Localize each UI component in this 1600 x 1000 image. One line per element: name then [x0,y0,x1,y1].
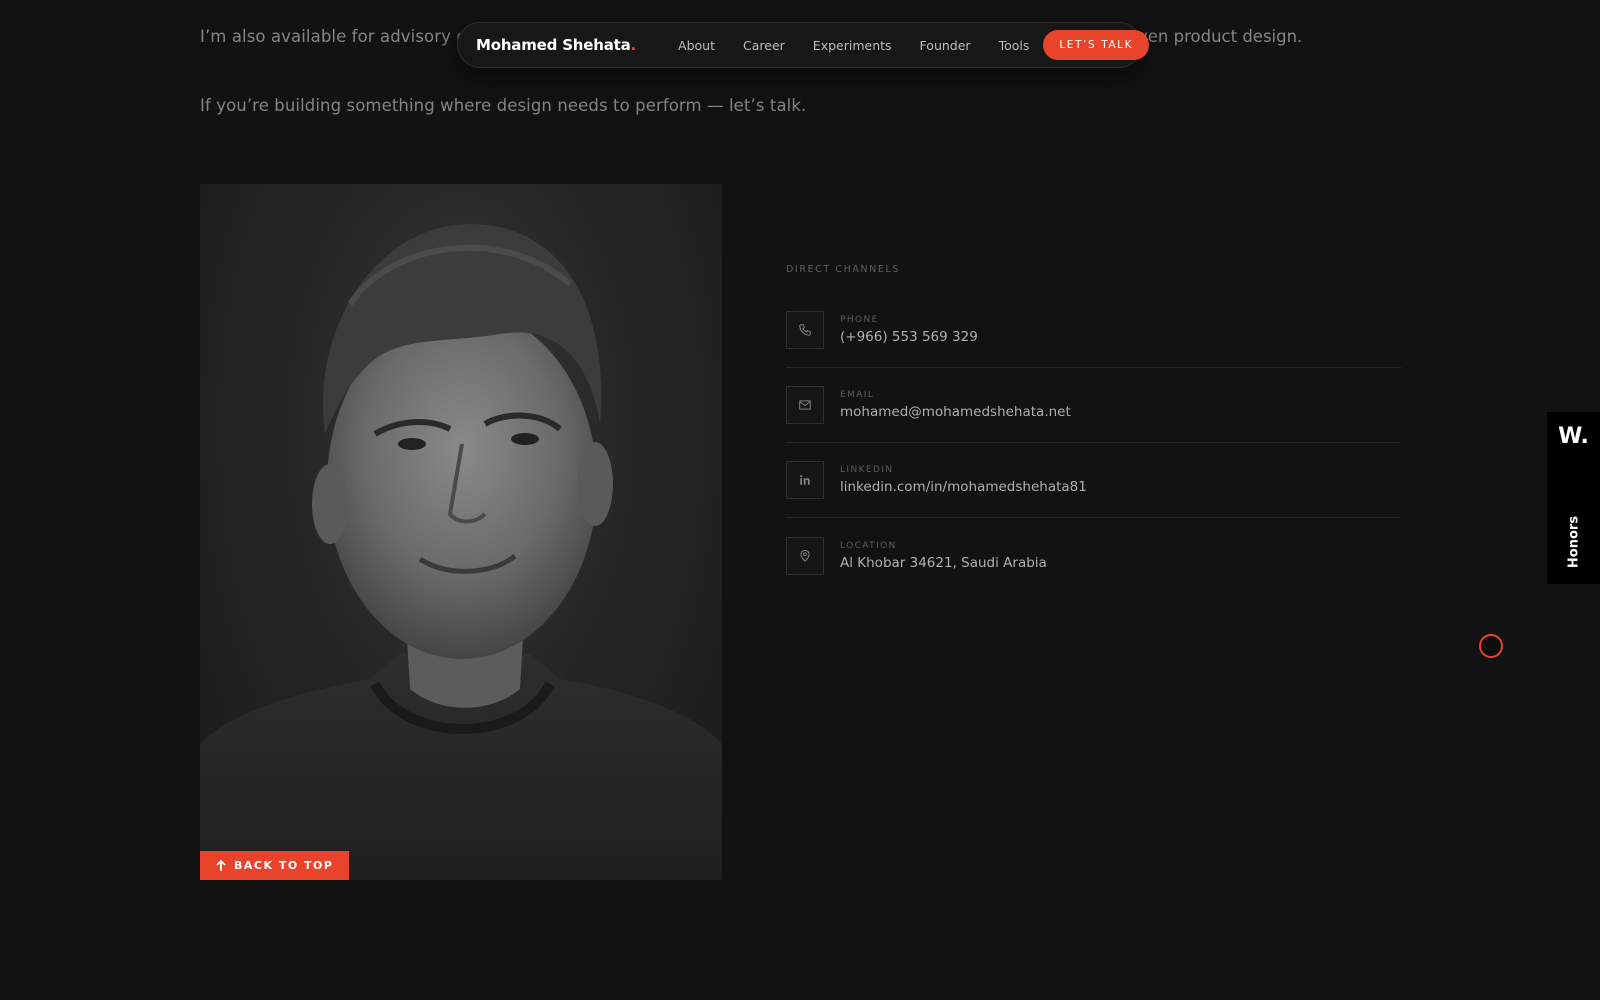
direct-channels: DIRECT CHANNELS PHONE (+966) 553 569 329… [786,264,1401,593]
nav-link-tools[interactable]: Tools [985,38,1044,53]
intro-text-line-1-end: ven product design. [1138,27,1303,46]
nav-link-experiments[interactable]: Experiments [799,38,906,53]
nav-link-career[interactable]: Career [729,38,799,53]
floating-nav: Mohamed Shehata. About Career Experiment… [457,22,1150,68]
location-value: Al Khobar 34621, Saudi Arabia [840,554,1047,571]
channel-phone-text: PHONE (+966) 553 569 329 [840,315,978,345]
phone-icon [786,311,824,349]
portrait-photo [200,184,722,880]
phone-value[interactable]: (+966) 553 569 329 [840,329,978,345]
channel-label: EMAIL [840,390,875,400]
honors-label: Honors [1566,515,1582,569]
back-to-top-label: BACK TO TOP [234,859,334,872]
channel-location-text: LOCATION Al Khobar 34621, Saudi Arabia [840,541,1047,571]
channel-email-text: EMAIL mohamed@mohamedshehata.net [840,390,1071,420]
channel-email[interactable]: EMAIL mohamed@mohamedshehata.net [786,368,1401,443]
channel-label: PHONE [840,315,879,325]
channel-label: LOCATION [840,540,897,551]
channel-location: LOCATION Al Khobar 34621, Saudi Arabia [786,518,1401,593]
channels-heading: DIRECT CHANNELS [786,264,900,275]
back-to-top-button[interactable]: BACK TO TOP [200,851,350,880]
channel-phone[interactable]: PHONE (+966) 553 569 329 [786,293,1401,368]
brand-name: Mohamed Shehata [476,36,631,54]
arrow-up-icon [216,859,226,871]
linkedin-value[interactable]: linkedin.com/in/mohamedshehata81 [840,479,1087,495]
honors-side-badge[interactable]: W. Honors [1547,412,1600,584]
intro-text-line-2: If you’re building something where desig… [200,96,807,115]
channel-linkedin-text: LINKEDIN linkedin.com/in/mohamedshehata8… [840,465,1087,495]
map-pin-icon [786,536,824,575]
channel-label: LINKEDIN [840,465,894,475]
mail-icon [786,386,824,424]
portrait-illustration [200,224,722,880]
nav-link-founder[interactable]: Founder [906,38,985,53]
cursor-ring [1479,634,1503,658]
nav-links: About Career Experiments Founder Tools [664,38,1043,53]
channel-linkedin[interactable]: LINKEDIN linkedin.com/in/mohamedshehata8… [786,443,1401,518]
page: I’m also available for advisory eng ven … [0,0,1600,1000]
lets-talk-button[interactable]: LET’S TALK [1043,30,1150,60]
linkedin-icon [786,461,824,499]
intro-text-line-1: I’m also available for advisory eng [200,27,488,46]
awwwards-logo: W. [1558,424,1589,449]
brand-logo[interactable]: Mohamed Shehata. [476,36,636,54]
brand-dot: . [630,36,637,54]
email-value[interactable]: mohamed@mohamedshehata.net [840,404,1071,420]
nav-link-about[interactable]: About [664,38,729,53]
